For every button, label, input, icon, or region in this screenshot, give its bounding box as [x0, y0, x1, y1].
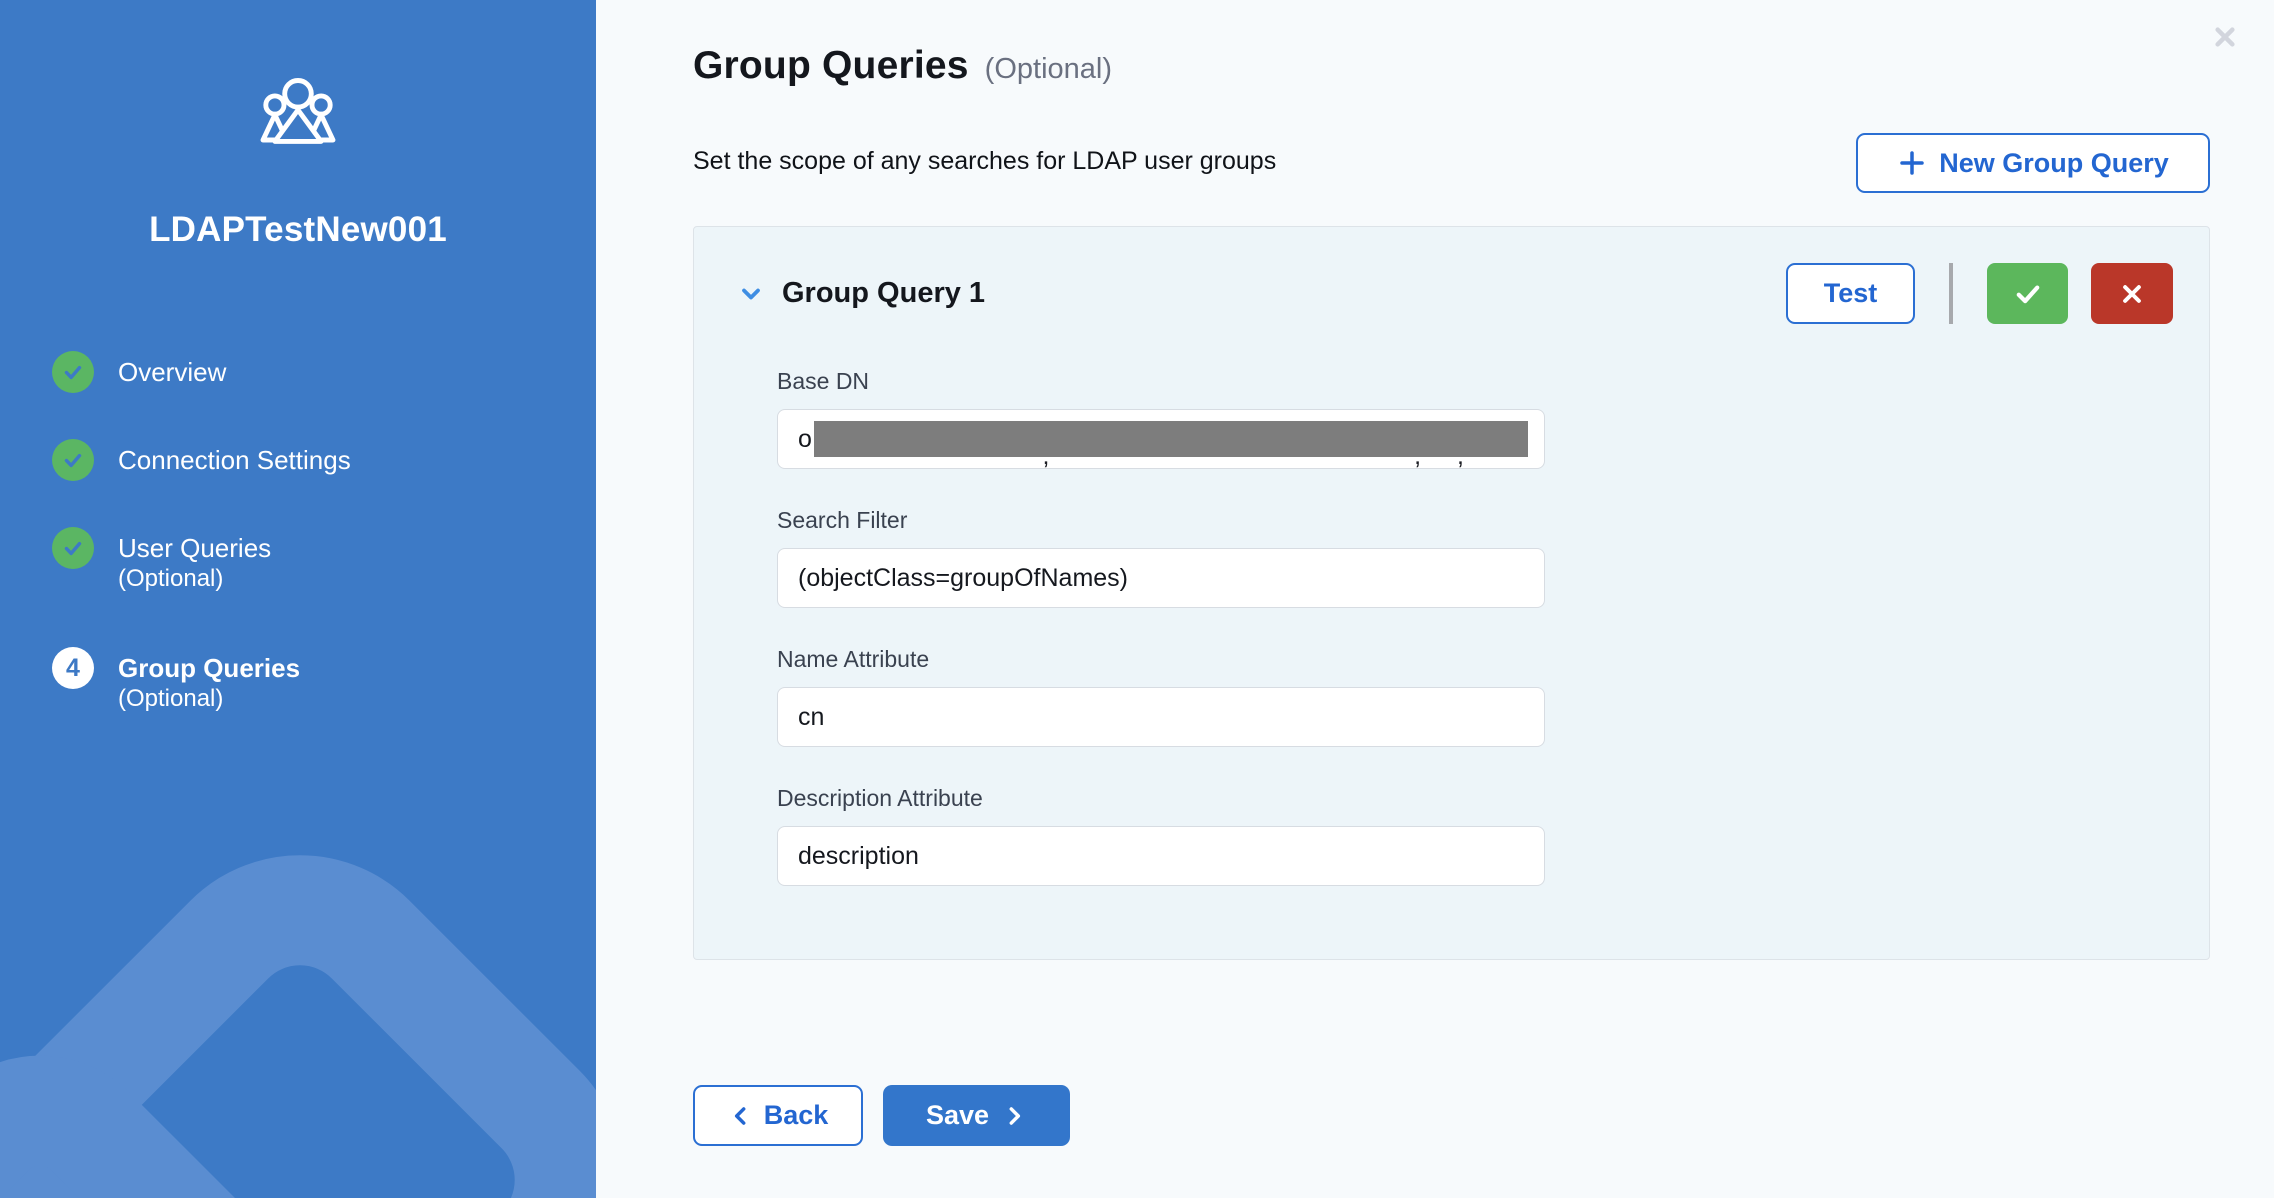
chevron-down-icon[interactable]: [736, 279, 766, 309]
step-label: Overview: [118, 357, 226, 387]
step-label: User Queries: [118, 533, 271, 563]
search-filter-input[interactable]: [777, 548, 1545, 608]
wizard-steps: Overview Connection Settings User Querie…: [52, 351, 351, 760]
save-label: Save: [926, 1100, 989, 1131]
wizard-sidebar: LDAPTestNew001 Overview Connection Setti…: [0, 0, 596, 1198]
step-label: Group Queries: [118, 653, 300, 683]
new-group-query-button[interactable]: New Group Query: [1856, 133, 2210, 193]
base-dn-input[interactable]: o , , , l: [777, 409, 1545, 469]
save-button[interactable]: Save: [883, 1085, 1070, 1146]
name-attribute-input[interactable]: [777, 687, 1545, 747]
step-user-queries[interactable]: User Queries (Optional): [52, 527, 351, 594]
page-title-optional: (Optional): [985, 53, 1112, 86]
step-sublabel: (Optional): [118, 685, 223, 712]
plus-icon: [1897, 148, 1927, 178]
step-label: Connection Settings: [118, 445, 351, 475]
step-overview[interactable]: Overview: [52, 351, 351, 393]
back-label: Back: [764, 1100, 829, 1131]
step-sublabel: (Optional): [118, 565, 223, 592]
group-queries-panel: Group Queries (Optional) Set the scope o…: [596, 0, 2274, 1198]
group-query-fields: Base DN o , , , l Search Filter Name Att…: [777, 366, 1545, 922]
group-query-card-header: Group Query 1 Test: [736, 263, 2173, 324]
search-filter-label: Search Filter: [777, 505, 1545, 535]
field-description-attribute: Description Attribute: [777, 783, 1545, 886]
group-people-icon: [256, 76, 340, 148]
name-attribute-label: Name Attribute: [777, 644, 1545, 674]
page-title: Group Queries: [693, 44, 969, 88]
test-button[interactable]: Test: [1786, 263, 1915, 324]
actions-divider: [1949, 263, 1953, 324]
base-dn-label: Base DN: [777, 366, 1545, 396]
step-group-queries[interactable]: 4 Group Queries (Optional): [52, 647, 351, 714]
close-icon[interactable]: [2208, 20, 2242, 54]
back-button[interactable]: Back: [693, 1085, 863, 1146]
check-circle-icon: [52, 527, 94, 569]
field-name-attribute: Name Attribute: [777, 644, 1545, 747]
check-circle-icon: [52, 439, 94, 481]
field-search-filter: Search Filter: [777, 505, 1545, 608]
step-connection-settings[interactable]: Connection Settings: [52, 439, 351, 481]
new-group-query-label: New Group Query: [1939, 148, 2169, 179]
step-number-badge: 4: [52, 647, 94, 689]
connector-name: LDAPTestNew001: [0, 210, 596, 250]
chevron-right-icon: [1001, 1103, 1027, 1129]
confirm-query-button[interactable]: [1987, 263, 2068, 324]
redaction-bar: , , ,: [814, 421, 1529, 457]
page-title-row: Group Queries (Optional): [693, 44, 1112, 88]
field-base-dn: Base DN o , , , l: [777, 366, 1545, 469]
description-attribute-label: Description Attribute: [777, 783, 1545, 813]
delete-x-icon: [2117, 279, 2147, 309]
approve-check-icon: [2011, 277, 2045, 311]
page-subtitle: Set the scope of any searches for LDAP u…: [693, 147, 1276, 176]
group-query-card: Group Query 1 Test Base DN o ,: [693, 226, 2210, 960]
group-query-actions: Test: [1786, 263, 2173, 324]
chevron-left-icon: [728, 1103, 754, 1129]
base-dn-visible-value: o: [798, 425, 812, 454]
group-query-title: Group Query 1: [782, 277, 985, 310]
check-circle-icon: [52, 351, 94, 393]
delete-query-button[interactable]: [2091, 263, 2173, 324]
description-attribute-input[interactable]: [777, 826, 1545, 886]
